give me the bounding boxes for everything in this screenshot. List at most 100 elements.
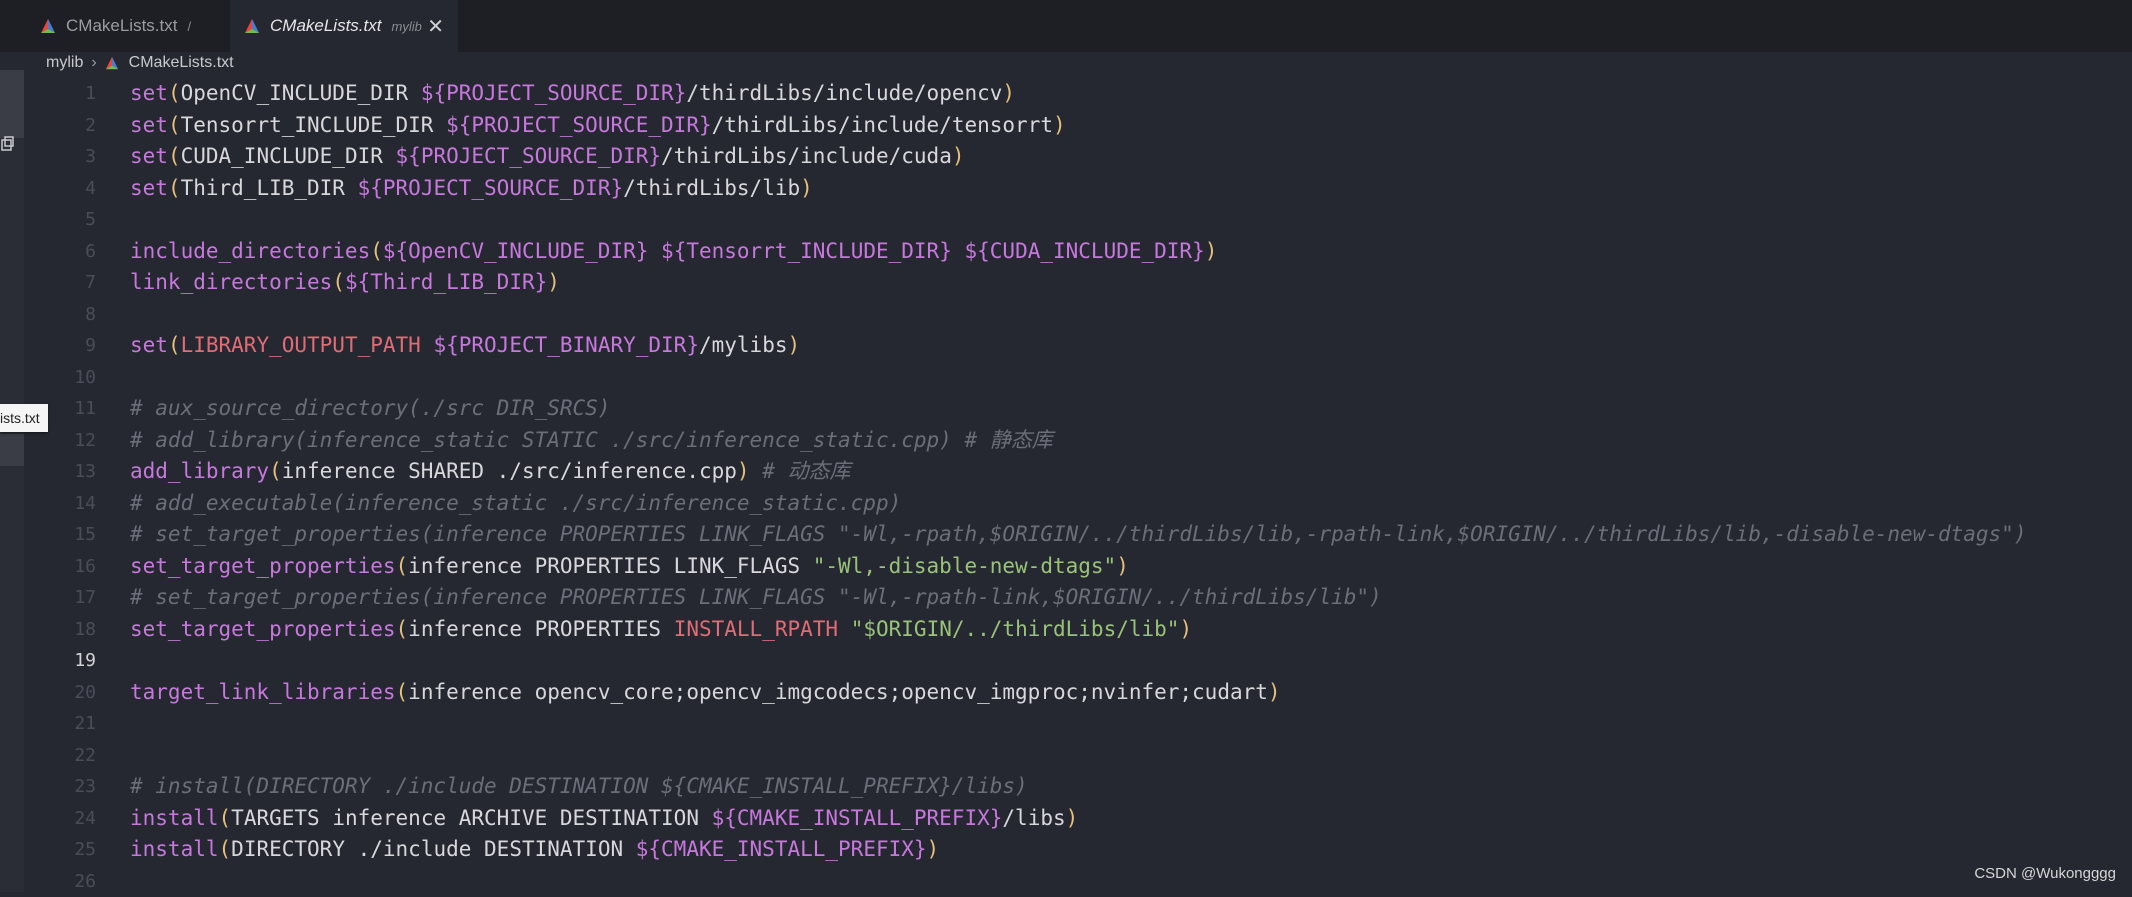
code-token: ${Tensorrt_INCLUDE_DIR} bbox=[661, 239, 952, 263]
line-number: 15 bbox=[60, 519, 96, 551]
code-token: ) bbox=[952, 144, 965, 168]
line-number: 8 bbox=[60, 299, 96, 331]
line-number: 23 bbox=[60, 771, 96, 803]
code-token: ( bbox=[219, 837, 232, 861]
line-number: 11 bbox=[60, 393, 96, 425]
code-token: # install(DIRECTORY ./include DESTINATIO… bbox=[130, 774, 1028, 798]
code-token bbox=[648, 239, 661, 263]
code-line[interactable]: # set_target_properties(inference PROPER… bbox=[130, 582, 1382, 614]
line-number: 20 bbox=[60, 677, 96, 709]
line-number: 21 bbox=[60, 708, 96, 740]
line-number: 12 bbox=[60, 425, 96, 457]
code-token: set bbox=[130, 113, 168, 137]
line-number: 14 bbox=[60, 488, 96, 520]
code-line[interactable]: install(TARGETS inference ARCHIVE DESTIN… bbox=[130, 803, 1078, 835]
code-token: ${CMAKE_INSTALL_PREFIX} bbox=[636, 837, 927, 861]
line-number: 18 bbox=[60, 614, 96, 646]
line-number: 9 bbox=[60, 330, 96, 362]
code-token: ) bbox=[737, 459, 750, 483]
code-line[interactable]: # aux_source_directory(./src DIR_SRCS) bbox=[130, 393, 610, 425]
code-token: ${CMAKE_INSTALL_PREFIX} bbox=[712, 806, 1003, 830]
tab-tooltip: ists.txt bbox=[0, 404, 48, 432]
code-line[interactable]: add_library(inference SHARED ./src/infer… bbox=[130, 456, 850, 488]
cmake-icon bbox=[105, 56, 119, 70]
line-number: 17 bbox=[60, 582, 96, 614]
code-line[interactable]: # install(DIRECTORY ./include DESTINATIO… bbox=[130, 771, 1028, 803]
side-panel-edge bbox=[0, 70, 24, 892]
line-number: 3 bbox=[60, 141, 96, 173]
code-token: ( bbox=[219, 806, 232, 830]
code-token: DIRECTORY ./include DESTINATION bbox=[231, 837, 636, 861]
code-token: Third_LIB_DIR bbox=[181, 176, 358, 200]
code-token: ( bbox=[168, 176, 181, 200]
code-token: INSTALL_RPATH bbox=[674, 617, 838, 641]
breadcrumb-file[interactable]: CMakeLists.txt bbox=[129, 54, 234, 72]
code-token: ( bbox=[396, 617, 409, 641]
code-token: ) bbox=[1116, 554, 1129, 578]
code-token: # set_target_properties(inference PROPER… bbox=[130, 585, 1382, 609]
code-token: ${PROJECT_SOURCE_DIR} bbox=[358, 176, 624, 200]
code-token: # aux_source_directory(./src DIR_SRCS) bbox=[130, 396, 610, 420]
tab-path: mylib bbox=[391, 19, 421, 34]
code-token: LIBRARY_OUTPUT_PATH bbox=[181, 333, 421, 357]
code-line[interactable]: set(LIBRARY_OUTPUT_PATH ${PROJECT_BINARY… bbox=[130, 330, 800, 362]
code-line[interactable]: set_target_properties(inference PROPERTI… bbox=[130, 614, 1192, 646]
code-token bbox=[421, 333, 434, 357]
code-token: add_library bbox=[130, 459, 269, 483]
line-number: 1 bbox=[60, 78, 96, 110]
close-icon[interactable]: ✕ bbox=[427, 14, 444, 39]
code-token: /libs bbox=[1002, 806, 1065, 830]
code-line[interactable]: include_directories(${OpenCV_INCLUDE_DIR… bbox=[130, 236, 1217, 268]
code-token: TARGETS inference ARCHIVE DESTINATION bbox=[231, 806, 711, 830]
line-number: 19 bbox=[60, 645, 96, 677]
code-token: set_target_properties bbox=[130, 617, 396, 641]
tab-label: CMakeLists.txt bbox=[66, 16, 177, 36]
watermark: CSDN @Wukongggg bbox=[1974, 865, 2116, 882]
code-token: inference PROPERTIES LINK_FLAGS bbox=[408, 554, 813, 578]
breadcrumb-folder[interactable]: mylib bbox=[46, 54, 83, 72]
code-token: "$ORIGIN/../thirdLibs/lib" bbox=[851, 617, 1180, 641]
code-line[interactable]: target_link_libraries(inference opencv_c… bbox=[130, 677, 1281, 709]
code-token: ${PROJECT_SOURCE_DIR} bbox=[446, 113, 712, 137]
code-token: "-Wl,-disable-new-dtags" bbox=[813, 554, 1116, 578]
code-token: set bbox=[130, 333, 168, 357]
code-token: # add_executable(inference_static ./src/… bbox=[130, 491, 901, 515]
tab-path: / bbox=[187, 19, 191, 34]
code-line[interactable]: set(Third_LIB_DIR ${PROJECT_SOURCE_DIR}/… bbox=[130, 173, 813, 205]
code-token: set bbox=[130, 144, 168, 168]
line-number: 4 bbox=[60, 173, 96, 205]
tab-cmakelists-root[interactable]: CMakeLists.txt / bbox=[0, 0, 230, 52]
code-token: /thirdLibs/include/cuda bbox=[661, 144, 952, 168]
code-token: set bbox=[130, 176, 168, 200]
line-number: 10 bbox=[60, 362, 96, 394]
code-token: set_target_properties bbox=[130, 554, 396, 578]
code-line[interactable]: # add_library(inference_static STATIC ./… bbox=[130, 425, 1053, 457]
code-token: CUDA_INCLUDE_DIR bbox=[181, 144, 396, 168]
code-token: ) bbox=[800, 176, 813, 200]
code-token: ${OpenCV_INCLUDE_DIR} bbox=[383, 239, 649, 263]
code-token: ) bbox=[1179, 617, 1192, 641]
code-token: ${Third_LIB_DIR} bbox=[345, 270, 547, 294]
code-line[interactable]: set(OpenCV_INCLUDE_DIR ${PROJECT_SOURCE_… bbox=[130, 78, 1015, 110]
code-token: ( bbox=[370, 239, 383, 263]
code-line[interactable]: set(CUDA_INCLUDE_DIR ${PROJECT_SOURCE_DI… bbox=[130, 141, 965, 173]
code-line[interactable]: install(DIRECTORY ./include DESTINATION … bbox=[130, 834, 939, 866]
copy-icon[interactable] bbox=[0, 136, 14, 152]
code-token: ) bbox=[1053, 113, 1066, 137]
code-line[interactable]: # add_executable(inference_static ./src/… bbox=[130, 488, 901, 520]
code-line[interactable]: # set_target_properties(inference PROPER… bbox=[130, 519, 2026, 551]
code-token: ( bbox=[396, 554, 409, 578]
code-line[interactable]: set_target_properties(inference PROPERTI… bbox=[130, 551, 1129, 583]
code-token: include_directories bbox=[130, 239, 370, 263]
code-token: # add_library(inference_static STATIC ./… bbox=[130, 428, 1053, 452]
code-line[interactable]: set(Tensorrt_INCLUDE_DIR ${PROJECT_SOURC… bbox=[130, 110, 1066, 142]
code-token: /mylibs bbox=[699, 333, 788, 357]
line-number: 25 bbox=[60, 834, 96, 866]
code-line[interactable]: link_directories(${Third_LIB_DIR}) bbox=[130, 267, 560, 299]
line-number: 24 bbox=[60, 803, 96, 835]
code-token: # set_target_properties(inference PROPER… bbox=[130, 522, 2026, 546]
tab-cmakelists-mylib[interactable]: CMakeLists.txt mylib ✕ bbox=[230, 0, 458, 52]
cmake-icon bbox=[244, 18, 260, 34]
code-token: # 动态库 bbox=[750, 459, 851, 483]
line-number: 5 bbox=[60, 204, 96, 236]
